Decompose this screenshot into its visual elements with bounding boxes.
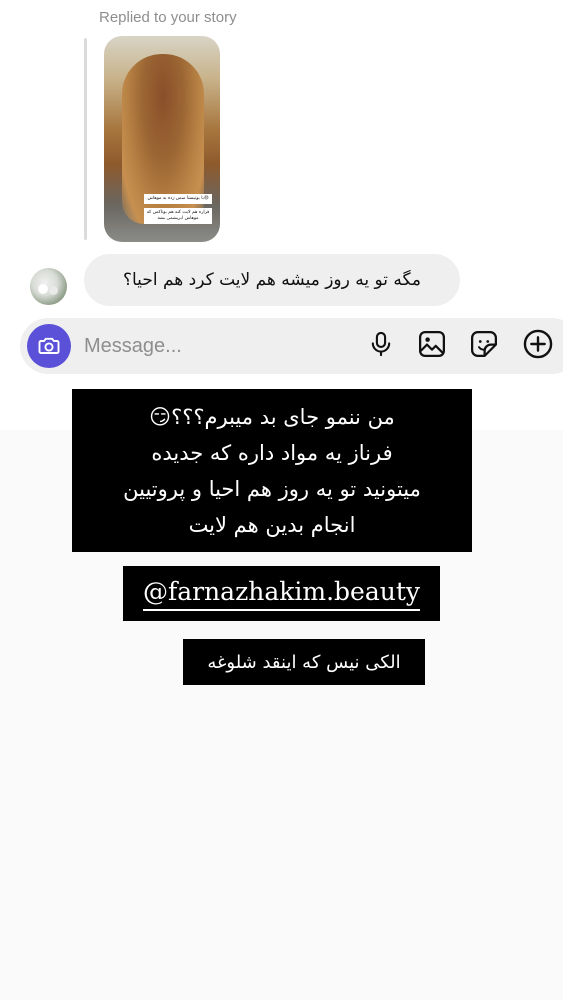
sender-avatar[interactable]: [30, 268, 67, 305]
story-footer-overlay: الکی نیس که اینقد شلوغه: [183, 639, 425, 685]
mention-username: @farnazhakim.beauty: [142, 577, 421, 611]
replied-to-story-label: Replied to your story: [99, 9, 237, 26]
camera-icon: [38, 337, 60, 354]
microphone-icon: [371, 331, 391, 357]
story-caption-2: قراره هم لایت کنه هم بوتاکس که موهاش ابر…: [144, 208, 212, 224]
add-icon: [523, 329, 553, 359]
sticker-icon: [471, 331, 497, 357]
sticker-button[interactable]: [467, 327, 501, 361]
message-input[interactable]: [84, 330, 324, 362]
story-caption-1: با بوتیستا سس زده به موهاش😄: [144, 194, 212, 204]
microphone-button[interactable]: [364, 327, 398, 361]
camera-button[interactable]: [27, 324, 71, 368]
story-text-line-1: من ننمو جای بد میبرم؟؟؟😏: [149, 404, 395, 429]
story-text-line-4: انجام بدین هم لایت: [188, 512, 356, 537]
story-text-line-3: میتونید تو یه روز هم احیا و پروتیین: [123, 476, 421, 501]
message-bubble[interactable]: مگه تو یه روز میشه هم لایت کرد هم احیا؟: [84, 254, 460, 306]
reply-indicator-bar: [84, 38, 87, 240]
story-text-overlay: من ننمو جای بد میبرم؟؟؟😏 فرناز یه مواد د…: [72, 389, 472, 552]
gallery-button[interactable]: [415, 327, 449, 361]
message-text: مگه تو یه روز میشه هم لایت کرد هم احیا؟: [122, 270, 422, 290]
story-text-line-2: فرناز یه مواد داره که جدیده: [151, 440, 393, 465]
story-footer-text: الکی نیس که اینقد شلوغه: [207, 651, 401, 673]
gallery-icon: [419, 331, 445, 357]
story-thumbnail[interactable]: با بوتیستا سس زده به موهاش😄 قراره هم لای…: [104, 36, 220, 242]
mention-tag[interactable]: @farnazhakim.beauty: [123, 566, 440, 621]
add-button[interactable]: [521, 327, 555, 361]
